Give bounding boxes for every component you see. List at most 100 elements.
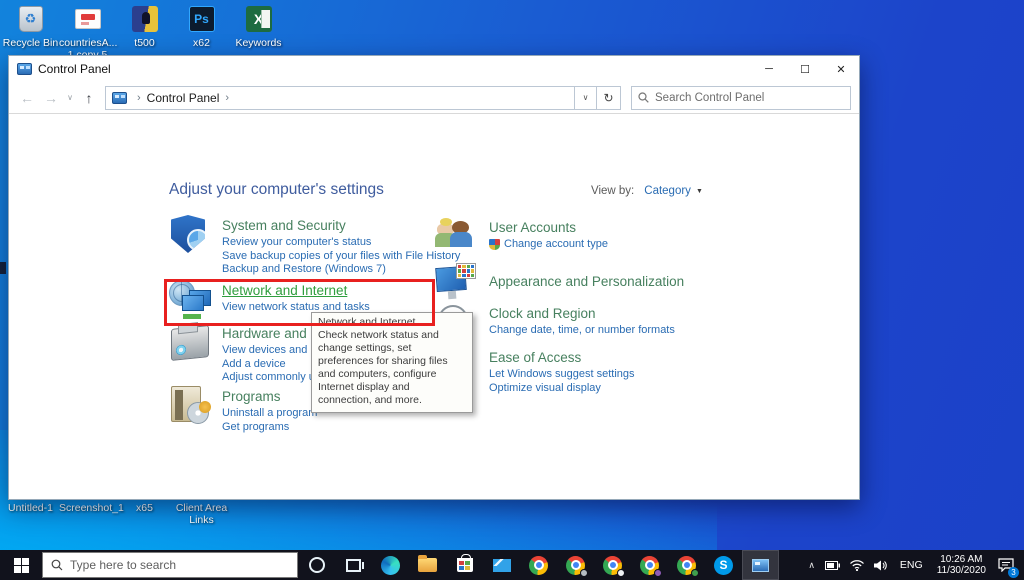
desktop-icon-label: Screenshot_1: [59, 502, 116, 514]
mail-button[interactable]: [483, 550, 520, 580]
address-dropdown-button[interactable]: ∨: [575, 86, 597, 110]
taskbar-search-input[interactable]: [70, 558, 289, 572]
chevron-down-icon[interactable]: ▼: [696, 188, 703, 195]
taskbar-search-box[interactable]: [42, 552, 298, 578]
start-button[interactable]: [0, 550, 42, 580]
chrome-icon: [529, 556, 548, 575]
file-explorer-icon: [418, 558, 437, 572]
programs-icon[interactable]: [169, 384, 211, 426]
back-button[interactable]: ←: [15, 90, 39, 106]
volume-icon[interactable]: [869, 550, 893, 580]
control-panel-taskbar-button[interactable]: [742, 550, 779, 580]
chrome-button-5[interactable]: [668, 550, 705, 580]
category-programs: Programs Uninstall a program Get program…: [169, 384, 317, 434]
chrome-button-3[interactable]: [594, 550, 631, 580]
tooltip-body: Check network status and change settings…: [318, 329, 466, 407]
system-tray: ∧ ENG 10:26 AM 11/30/2020 3: [803, 550, 1024, 580]
edge-button[interactable]: [372, 550, 409, 580]
photoshop-file-icon: Ps: [189, 6, 215, 32]
breadcrumb[interactable]: Control Panel: [147, 91, 220, 105]
task-link[interactable]: Let Windows suggest settings: [489, 368, 635, 382]
hardware-sound-icon[interactable]: [169, 321, 211, 363]
skype-button[interactable]: S: [705, 550, 742, 580]
search-input[interactable]: [655, 92, 844, 104]
desktop-icon-countries-file[interactable]: countriesA... 1 copy 5: [59, 3, 116, 61]
battery-icon[interactable]: [820, 550, 845, 580]
language-indicator[interactable]: ENG: [893, 559, 930, 571]
minimize-button[interactable]: ─: [751, 56, 787, 82]
chrome-button-1[interactable]: [520, 550, 557, 580]
microsoft-store-button[interactable]: [446, 550, 483, 580]
task-link[interactable]: Backup and Restore (Windows 7): [222, 263, 460, 277]
control-panel-icon: [112, 92, 127, 104]
breadcrumb-separator-icon[interactable]: ›: [225, 92, 229, 104]
tray-overflow-chevron[interactable]: ∧: [803, 550, 820, 580]
desktop-icon-client-area-links[interactable]: Client Area Links: [173, 502, 230, 526]
taskbar-clock[interactable]: 10:26 AM 11/30/2020: [930, 554, 993, 577]
action-center-button[interactable]: 3: [993, 550, 1024, 580]
desktop-icon-x62[interactable]: Ps x62: [173, 3, 230, 61]
category-title-link[interactable]: Clock and Region: [489, 306, 596, 321]
desktop-icon-recycle-bin[interactable]: ♻ Recycle Bin: [2, 3, 59, 61]
system-security-icon[interactable]: [169, 213, 211, 255]
task-link[interactable]: Change account type: [489, 238, 608, 252]
titlebar[interactable]: Control Panel ─ ☐ ✕: [9, 56, 859, 82]
category-title-link[interactable]: Ease of Access: [489, 350, 581, 365]
excel-file-icon: X: [246, 6, 272, 32]
up-button[interactable]: ↑: [77, 90, 101, 106]
image-thumbnail-icon: [132, 6, 158, 32]
desktop-icon-label: Keywords: [235, 37, 281, 49]
annotation-highlight-box: [164, 279, 435, 326]
category-title-link[interactable]: System and Security: [222, 218, 346, 233]
appearance-personalization-icon[interactable]: [436, 263, 478, 305]
time: 10:26 AM: [937, 554, 986, 566]
profile-badge: [691, 569, 699, 577]
close-button[interactable]: ✕: [823, 56, 859, 82]
desktop-icon-screenshot1[interactable]: Screenshot_1: [59, 502, 116, 526]
chrome-button-2[interactable]: [557, 550, 594, 580]
task-link[interactable]: Save backup copies of your files with Fi…: [222, 250, 460, 264]
category-appearance-personalization: Appearance and Personalization: [436, 263, 684, 305]
task-link[interactable]: Uninstall a program: [222, 407, 317, 421]
category-title-link[interactable]: Programs: [222, 389, 281, 404]
task-link[interactable]: Get programs: [222, 421, 317, 435]
refresh-button[interactable]: ↻: [597, 86, 621, 110]
category-system-security: System and Security Review your computer…: [169, 213, 460, 277]
chrome-button-4[interactable]: [631, 550, 668, 580]
window-title: Control Panel: [38, 62, 111, 76]
desktop: ♻ Recycle Bin countriesA... 1 copy 5 t50…: [0, 0, 1024, 580]
view-by-control: View by: Category ▼: [591, 185, 703, 197]
desktop-icon-t500[interactable]: t500: [116, 3, 173, 61]
forward-button[interactable]: →: [39, 90, 63, 106]
task-link[interactable]: Review your computer's status: [222, 236, 460, 250]
notification-badge: 3: [1008, 567, 1019, 578]
desktop-icon-label: Recycle Bin: [3, 37, 58, 49]
task-link[interactable]: Optimize visual display: [489, 382, 635, 396]
control-panel-icon: [17, 63, 32, 75]
mail-icon: [493, 559, 511, 572]
recycle-bin-glyph: ♻: [19, 6, 43, 32]
skype-icon: S: [714, 556, 733, 575]
cortana-icon: [309, 557, 325, 573]
view-by-value[interactable]: Category: [644, 185, 691, 197]
recent-locations-dropdown[interactable]: ∨: [63, 93, 77, 102]
user-accounts-icon[interactable]: [436, 215, 478, 257]
window-controls: ─ ☐ ✕: [751, 56, 859, 82]
desktop-icon-label: Untitled-1: [8, 502, 53, 514]
wifi-icon[interactable]: [845, 550, 869, 580]
task-link[interactable]: Change date, time, or number formats: [489, 324, 675, 338]
category-title-link[interactable]: User Accounts: [489, 220, 576, 235]
file-explorer-button[interactable]: [409, 550, 446, 580]
control-panel-home: Adjust your computer's settings View by:…: [9, 115, 859, 499]
desktop-icon-untitled1[interactable]: Untitled-1: [2, 502, 59, 526]
desktop-icon-keywords[interactable]: X Keywords: [230, 3, 287, 61]
store-icon: [457, 558, 473, 572]
maximize-button[interactable]: ☐: [787, 56, 823, 82]
address-bar[interactable]: › Control Panel ›: [105, 86, 575, 110]
category-title-link[interactable]: Appearance and Personalization: [489, 274, 684, 289]
desktop-icon-x65[interactable]: x65: [116, 502, 173, 526]
task-view-button[interactable]: [335, 550, 372, 580]
search-box[interactable]: [631, 86, 851, 110]
desktop-icons-bottom: Untitled-1 Screenshot_1 x65 Client Area …: [2, 502, 230, 526]
cortana-button[interactable]: [298, 550, 335, 580]
